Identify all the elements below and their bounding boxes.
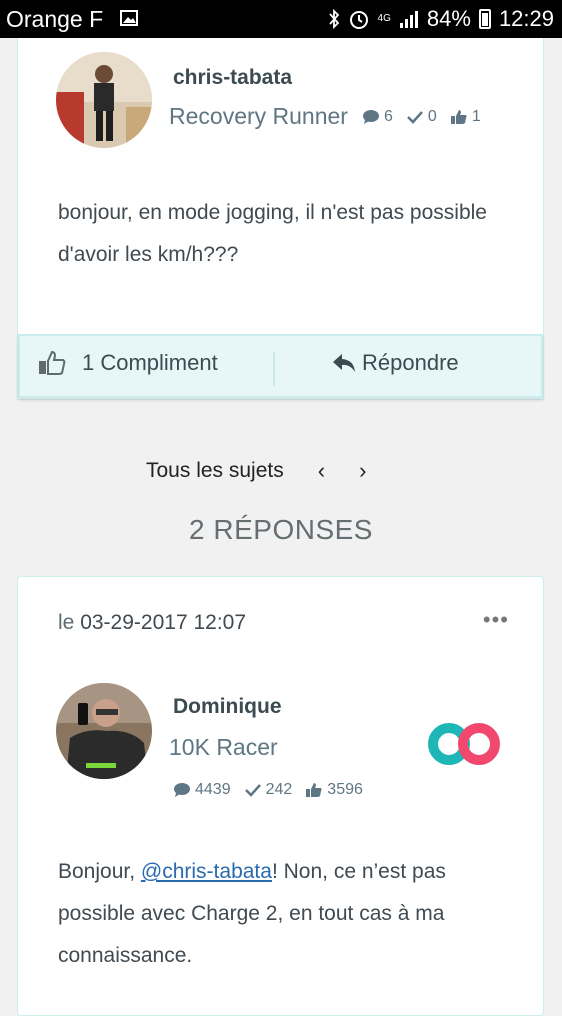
reply-post-card: le 03-29-2017 12:07 ••• Dominique 10K Ra…: [17, 576, 544, 1016]
date-prefix: le: [58, 611, 75, 634]
thumbs-up-icon: [450, 110, 467, 124]
reply-label: Répondre: [362, 350, 459, 375]
network-type: 4G: [377, 13, 391, 24]
author-name[interactable]: Dominique: [173, 695, 282, 719]
date-value: 03-29-2017 12:07: [80, 611, 247, 634]
battery-percent: 84%: [426, 6, 471, 31]
question-post-card: chris-tabata Recovery Runner 6 0 1 bonjo…: [17, 38, 544, 400]
carrier-name: Orange F: [6, 6, 104, 32]
messages-icon: [174, 783, 190, 797]
clock: 12:29: [498, 6, 554, 31]
author-rank: Recovery Runner: [169, 103, 348, 129]
reply-button[interactable]: Répondre: [332, 350, 459, 376]
signal-icon: [399, 11, 418, 28]
post-body: Bonjour, @chris-tabata! Non, ce n’est pa…: [58, 851, 518, 977]
compliment-button[interactable]: 1 Compliment: [38, 350, 218, 376]
avatar[interactable]: [56, 52, 152, 148]
rank-badge-icon: [428, 723, 500, 765]
reply-icon: [333, 354, 355, 372]
kudos-count: 3596: [327, 781, 363, 798]
messages-count: 6: [384, 108, 393, 125]
topic-navigation: Tous les sujets ‹ ›: [146, 458, 366, 484]
author-name[interactable]: chris-tabata: [173, 66, 292, 90]
messages-icon: [363, 110, 379, 124]
post-body: bonjour, en mode jogging, il n'est pas p…: [58, 201, 487, 266]
checkmark-icon: [244, 784, 261, 797]
messages-count: 4439: [195, 781, 231, 798]
compliment-label: 1 Compliment: [82, 350, 218, 375]
bluetooth-icon: [328, 9, 339, 29]
author-photo: [56, 683, 152, 779]
battery-icon: [478, 9, 491, 29]
gallery-icon: [120, 10, 138, 26]
more-options-icon[interactable]: •••: [483, 607, 509, 633]
kudos-count: 1: [471, 108, 481, 125]
post-date: le 03-29-2017 12:07: [58, 611, 246, 635]
mention-link[interactable]: @chris-tabata: [141, 860, 272, 883]
author-photo: [56, 52, 152, 148]
thumbs-up-icon: [306, 783, 322, 797]
status-bar: Orange F 4G 84% 12:29: [0, 0, 562, 38]
alarm-icon: [349, 11, 368, 29]
body-text-start: Bonjour,: [58, 860, 141, 883]
thumbs-up-icon: [39, 350, 66, 375]
next-topic-icon[interactable]: ›: [359, 458, 366, 484]
author-stats: 6 0 1: [362, 108, 489, 126]
author-rank: 10K Racer: [169, 734, 278, 760]
post-action-bar: 1 Compliment Répondre: [18, 334, 543, 398]
all-topics-link[interactable]: Tous les sujets: [146, 459, 284, 483]
action-divider: [273, 352, 275, 386]
solutions-count: 242: [265, 781, 293, 798]
replies-count-header: 2 RÉPONSES: [189, 514, 373, 545]
previous-topic-icon[interactable]: ‹: [318, 458, 325, 484]
author-stats: 4439 242 3596: [173, 781, 371, 799]
avatar[interactable]: [56, 683, 152, 779]
solutions-count: 0: [427, 108, 437, 125]
checkmark-icon: [407, 111, 423, 124]
